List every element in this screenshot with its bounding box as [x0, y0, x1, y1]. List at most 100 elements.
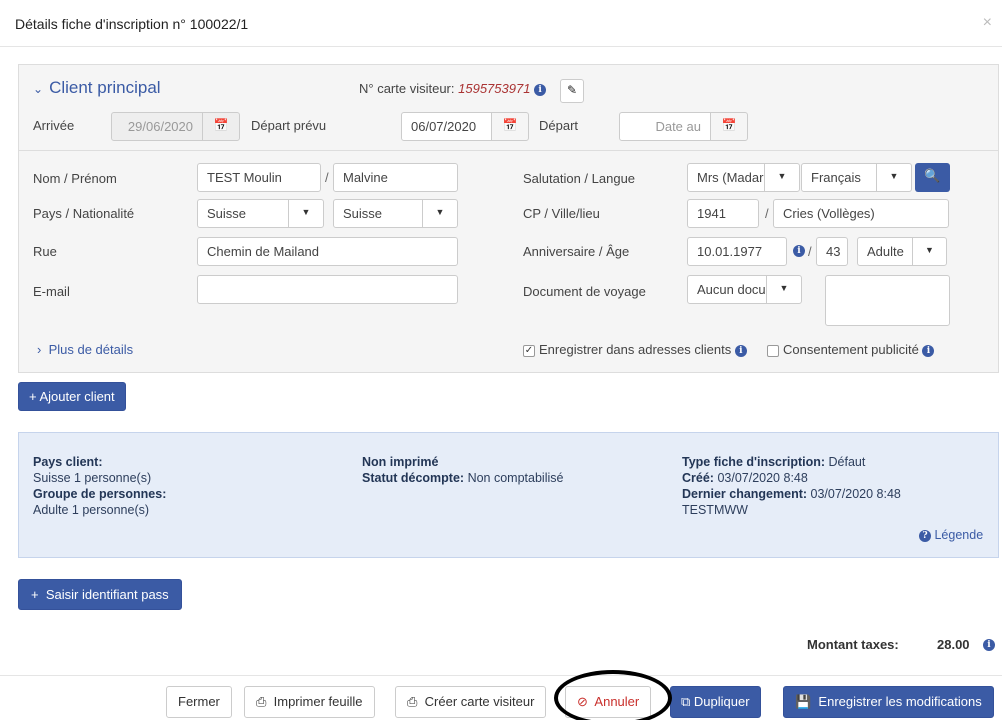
info-icon[interactable]: i — [922, 344, 935, 357]
add-client-button[interactable]: + Ajouter client — [18, 382, 126, 411]
pencil-icon: ✎ — [566, 83, 578, 97]
print-icon: ⎙ — [407, 694, 418, 709]
nationality-select[interactable]: Suisse — [333, 199, 423, 228]
consent-label: Consentement publicité — [783, 342, 919, 357]
close-icon[interactable]: × — [983, 14, 992, 32]
planned-departure-input[interactable]: 06/07/2020 — [401, 112, 492, 141]
country-client-label: Pays client: — [33, 455, 103, 469]
salutation-select[interactable]: Mrs (Madar — [687, 163, 765, 192]
more-details-label: Plus de détails — [48, 342, 134, 357]
create-visitor-card-button[interactable]: ⎙ Créer carte visiteur — [395, 686, 547, 718]
travel-doc-label: Document de voyage — [523, 284, 646, 299]
create-card-label: Créer carte visiteur — [424, 694, 535, 709]
save-label: Enregistrer les modifications — [818, 694, 982, 709]
country-select[interactable]: Suisse — [197, 199, 289, 228]
search-button[interactable]: 🔍 — [915, 163, 950, 192]
count-status-label: Statut décompte: — [362, 471, 465, 485]
chevron-down-icon[interactable]: ▼ — [764, 163, 800, 192]
pass-id-label: Saisir identifiant pass — [45, 587, 169, 602]
tax-value: 28.00 — [937, 637, 970, 652]
question-circle-icon: ? — [919, 529, 931, 542]
birthday-label: Anniversaire / Âge — [523, 244, 630, 259]
duplicate-label: Dupliquer — [693, 694, 750, 709]
info-icon[interactable]: i — [793, 245, 805, 257]
modal-header: Détails fiche d'inscription n° 100022/1 … — [0, 0, 1002, 47]
chevron-down-icon[interactable]: ▼ — [912, 237, 947, 266]
client-panel: ⌄ Client principal N° carte visiteur: 159… — [18, 64, 999, 373]
user-value: TESTMWW — [682, 503, 748, 517]
section-title: Client principal — [49, 78, 161, 97]
summary-panel: Pays client: Suisse 1 personne(s) Groupe… — [18, 432, 999, 558]
arrival-input: 29/06/2020 — [111, 112, 203, 141]
calendar-icon: 📅 — [202, 112, 240, 141]
type-label: Type fiche d'inscription: — [682, 455, 826, 469]
last-change-value: 03/07/2020 8:48 — [810, 487, 901, 501]
consent-checkbox[interactable]: Consentement publicité i — [767, 342, 935, 357]
departure-input[interactable]: Date au — [619, 112, 711, 141]
save-changes-button[interactable]: 💾 Enregistrer les modifications — [783, 686, 994, 718]
enter-pass-id-button[interactable]: + Saisir identifiant pass — [18, 579, 182, 610]
language-select[interactable]: Français — [801, 163, 877, 192]
calendar-icon[interactable]: 📅 — [710, 112, 748, 141]
city-input[interactable]: Cries (Vollèges) — [773, 199, 949, 228]
print-icon: ⎙ — [256, 694, 267, 709]
first-name-input[interactable]: Malvine — [333, 163, 458, 192]
birthday-input[interactable]: 10.01.1977 — [687, 237, 787, 266]
travel-doc-textarea[interactable] — [825, 275, 950, 326]
separator: / — [765, 206, 769, 221]
last-name-input[interactable]: TEST Moulin — [197, 163, 321, 192]
chevron-down-icon[interactable]: ▼ — [288, 199, 324, 228]
street-label: Rue — [33, 244, 57, 259]
tax-label: Montant taxes: — [807, 637, 899, 652]
salutation-label: Salutation / Langue — [523, 171, 636, 186]
client-section-toggle[interactable]: ⌄ Client principal — [33, 78, 161, 98]
save-addresses-checkbox[interactable]: ✓ Enregistrer dans adresses clients i — [523, 342, 747, 357]
plus-icon: + — [31, 587, 39, 602]
add-client-label: Ajouter client — [39, 389, 115, 404]
street-input[interactable]: Chemin de Mailand — [197, 237, 458, 266]
group-label: Groupe de personnes: — [33, 487, 167, 501]
checkbox-empty-icon — [767, 344, 779, 357]
info-icon[interactable]: i — [983, 639, 995, 651]
highlight-circle — [554, 670, 672, 720]
checkbox-checked-icon: ✓ — [523, 344, 535, 357]
arrival-label: Arrivée — [33, 118, 75, 133]
info-icon[interactable]: i — [734, 344, 747, 357]
print-status: Non imprimé — [362, 455, 439, 469]
legend-label: Légende — [934, 528, 984, 542]
chevron-down-icon[interactable]: ▼ — [422, 199, 458, 228]
type-value: Défaut — [828, 455, 866, 469]
info-icon[interactable]: i — [534, 83, 547, 96]
chevron-down-icon[interactable]: ▼ — [766, 275, 802, 304]
created-label: Créé: — [682, 471, 714, 485]
visitor-card-number: 1595753971 — [458, 81, 531, 96]
planned-departure-label: Départ prévu — [251, 118, 327, 133]
zip-input[interactable]: 1941 — [687, 199, 759, 228]
more-details-link[interactable]: › Plus de détails — [37, 342, 133, 357]
separator: / — [808, 244, 812, 259]
country-client-value: Suisse 1 personne(s) — [33, 471, 152, 485]
chevron-down-icon[interactable]: ▼ — [876, 163, 912, 192]
print-sheet-button[interactable]: ⎙ Imprimer feuille — [244, 686, 375, 718]
legend-link[interactable]: ? Légende — [919, 528, 983, 542]
copy-icon: ⧉ — [681, 694, 691, 709]
close-button[interactable]: Fermer — [166, 686, 232, 718]
age-input[interactable]: 43 — [816, 237, 848, 266]
visitor-card-label: N° carte visiteur: — [359, 81, 455, 96]
created-value: 03/07/2020 8:48 — [717, 471, 808, 485]
separator: / — [325, 170, 329, 185]
email-input[interactable] — [197, 275, 458, 304]
save-addresses-label: Enregistrer dans adresses clients — [539, 342, 732, 357]
travel-doc-select[interactable]: Aucun docum — [687, 275, 767, 304]
duplicate-button[interactable]: ⧉ Dupliquer — [670, 686, 761, 718]
summary-col-right: Type fiche d'inscription: Défaut Créé: 0… — [682, 454, 901, 518]
chevron-right-icon: › — [37, 342, 42, 357]
age-category-select[interactable]: Adulte — [857, 237, 913, 266]
plus-icon: + — [29, 389, 37, 404]
edit-visitor-card-button[interactable]: ✎ — [560, 79, 584, 103]
visitor-card: N° carte visiteur: 1595753971 i — [359, 81, 547, 96]
calendar-icon[interactable]: 📅 — [491, 112, 529, 141]
chevron-down-icon: ⌄ — [33, 82, 44, 96]
count-status-value: Non comptabilisé — [467, 471, 564, 485]
divider — [19, 150, 998, 151]
